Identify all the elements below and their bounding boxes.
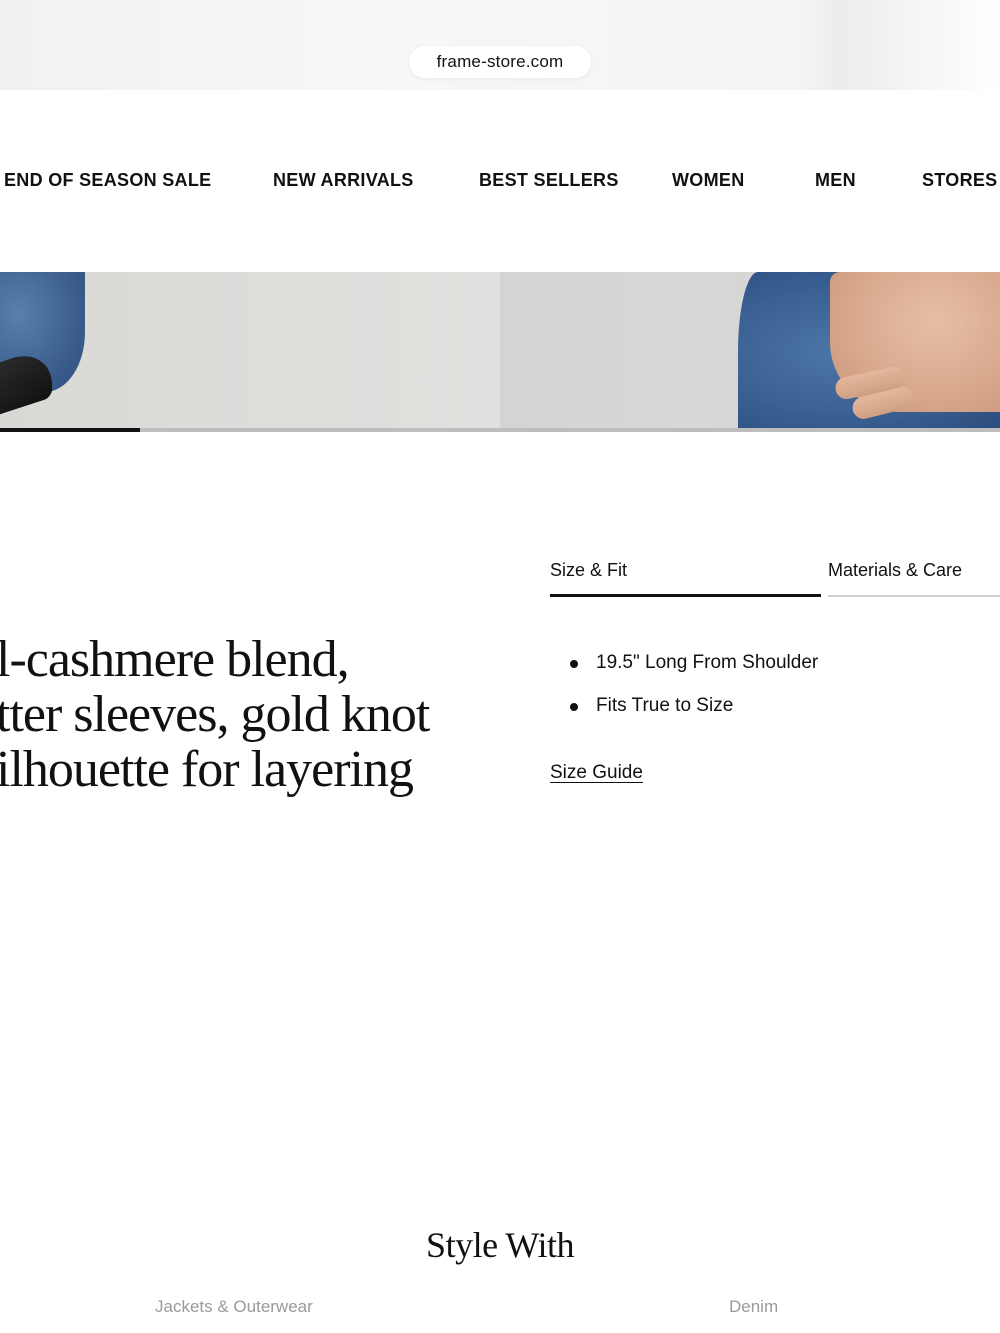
list-item: Fits True to Size — [570, 693, 818, 736]
tab-materials-and-care[interactable]: Materials & Care — [828, 560, 962, 581]
nav-item-end-of-season-sale[interactable]: END OF SEASON SALE — [4, 170, 211, 191]
list-item: 19.5" Long From Shoulder — [570, 650, 818, 693]
product-description: l-cashmere blend, tter sleeves, gold kno… — [0, 632, 516, 797]
gallery-progress-indicator — [0, 428, 140, 432]
nav-item-best-sellers[interactable]: BEST SELLERS — [479, 170, 619, 191]
product-image-left[interactable] — [0, 272, 500, 430]
size-fit-list: 19.5" Long From Shoulder Fits True to Si… — [570, 650, 818, 736]
browser-address-bar: frame-store.com — [0, 0, 1000, 90]
style-with-heading: Style With — [426, 1225, 574, 1265]
inactive-tab-divider — [828, 595, 1000, 597]
nav-item-women[interactable]: WOMEN — [672, 170, 745, 191]
main-nav: END OF SEASON SALE NEW ARRIVALS BEST SEL… — [0, 160, 1000, 200]
description-line: ilhouette for layering — [0, 741, 414, 798]
description-line: l-cashmere blend, — [0, 631, 350, 688]
url-field[interactable]: frame-store.com — [409, 46, 591, 78]
nav-item-stores[interactable]: STORES — [922, 170, 998, 191]
description-line: tter sleeves, gold knot — [0, 686, 430, 743]
category-link-jackets-outerwear[interactable]: Jackets & Outerwear — [155, 1297, 313, 1317]
category-link-denim[interactable]: Denim — [729, 1297, 778, 1317]
tab-size-and-fit[interactable]: Size & Fit — [550, 560, 627, 581]
product-image-gallery[interactable] — [0, 272, 1000, 432]
active-tab-indicator — [550, 594, 821, 597]
size-guide-link[interactable]: Size Guide — [550, 762, 643, 784]
nav-item-men[interactable]: MEN — [815, 170, 856, 191]
product-image-right[interactable] — [500, 272, 1000, 432]
nav-item-new-arrivals[interactable]: NEW ARRIVALS — [273, 170, 414, 191]
gallery-progress-track — [0, 428, 1000, 432]
